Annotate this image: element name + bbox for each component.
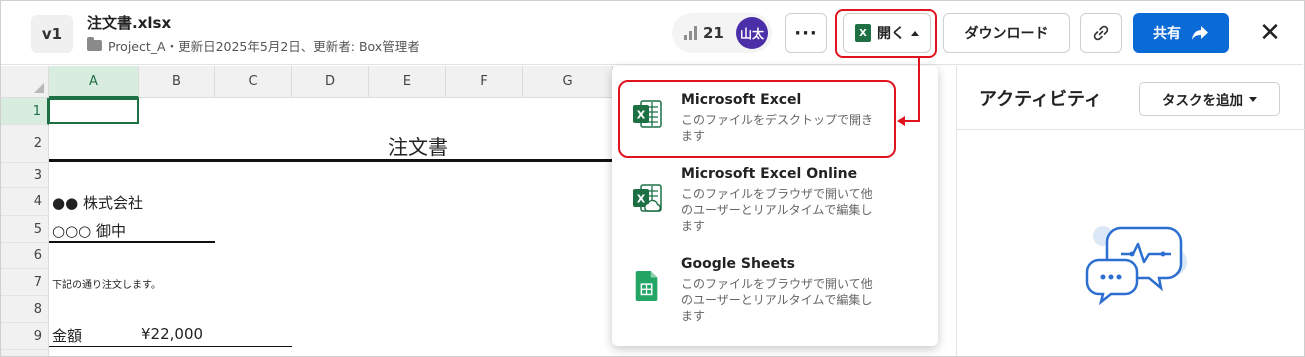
view-count: 21 <box>703 24 724 42</box>
recipient-cell: ○○○ 御中 <box>52 222 127 240</box>
google-sheets-icon <box>635 270 658 302</box>
menu-item-desc: このファイルをブラウザで開いて他のユーザーとリアルタイムで編集します <box>681 277 873 323</box>
column-header[interactable]: B <box>139 66 215 98</box>
more-options-button[interactable]: ··· <box>785 13 827 53</box>
title-underline <box>49 159 613 162</box>
column-header[interactable]: D <box>292 66 369 98</box>
row-header[interactable]: 7 <box>1 269 49 296</box>
row-header[interactable]: 5 <box>1 216 49 243</box>
excel-option-highlight <box>618 80 896 158</box>
add-task-button[interactable]: タスクを追加 <box>1139 82 1280 116</box>
file-meta: Project_A・更新日2025年5月2日、更新者: Box管理者 <box>87 36 420 55</box>
column-header[interactable]: A <box>49 66 139 98</box>
sheet-title-cell: 注文書 <box>388 135 448 159</box>
selected-cell[interactable] <box>48 98 139 124</box>
signal-bars-icon <box>684 26 697 40</box>
open-button-highlight <box>835 9 937 58</box>
amount-value-cell: ¥22,000 <box>141 325 204 343</box>
row-header <box>1 350 49 356</box>
share-button[interactable]: 共有 <box>1133 13 1229 53</box>
row-header[interactable]: 6 <box>1 243 49 269</box>
select-all-corner[interactable] <box>1 66 49 98</box>
menu-item-excel-online[interactable]: X Microsoft Excel Online このファイルをブラウザで開いて… <box>612 160 938 242</box>
row-header[interactable]: 2 <box>1 125 49 163</box>
chat-bubbles-illustration-icon <box>1085 226 1187 306</box>
row-header[interactable]: 9 <box>1 323 49 350</box>
activity-title: アクティビティ <box>979 89 1102 110</box>
amount-underline <box>49 346 292 347</box>
file-meta-text: Project_A・更新日2025年5月2日、更新者: Box管理者 <box>108 39 420 54</box>
avatar[interactable]: 山太 <box>736 17 768 49</box>
row-header[interactable]: 1 <box>1 98 49 125</box>
version-badge[interactable]: v1 <box>31 15 73 53</box>
folder-icon <box>87 37 102 51</box>
copy-link-button[interactable] <box>1080 13 1122 53</box>
amount-label-cell: 金額 <box>52 327 83 345</box>
column-header[interactable]: F <box>446 66 523 98</box>
share-button-label: 共有 <box>1153 26 1181 42</box>
callout-line <box>918 58 920 122</box>
row-header[interactable]: 3 <box>1 163 49 188</box>
row-header[interactable]: 8 <box>1 296 49 323</box>
note-cell: 下記の通り注文します。 <box>52 280 161 291</box>
divider <box>957 129 1305 130</box>
row-header[interactable]: 4 <box>1 188 49 216</box>
add-task-label: タスクを追加 <box>1162 93 1243 109</box>
caret-down-icon <box>1249 96 1257 102</box>
share-arrow-icon <box>1192 26 1208 40</box>
column-header[interactable]: C <box>215 66 292 98</box>
svg-text:X: X <box>637 193 646 206</box>
link-icon <box>1093 25 1109 41</box>
menu-item-google-sheets[interactable]: Google Sheets このファイルをブラウザで開いて他のユーザーとリアルタ… <box>612 250 938 332</box>
menu-item-title: Microsoft Excel Online <box>681 166 858 182</box>
callout-arrow-icon <box>897 116 905 126</box>
menu-item-title: Google Sheets <box>681 256 795 272</box>
close-button[interactable]: ✕ <box>1256 18 1284 48</box>
company-cell: ●● 株式会社 <box>52 194 143 212</box>
file-name: 注文書.xlsx <box>87 14 172 32</box>
excel-online-icon: X <box>633 184 662 212</box>
column-header[interactable]: G <box>523 66 613 98</box>
view-count-pill[interactable]: 21 山太 <box>672 13 772 53</box>
activity-sidebar: アクティビティ タスクを追加 <box>956 66 1305 356</box>
menu-item-desc: このファイルをブラウザで開いて他のユーザーとリアルタイムで編集します <box>681 187 873 233</box>
callout-line <box>904 120 920 122</box>
download-button[interactable]: ダウンロード <box>943 13 1070 53</box>
column-header[interactable]: E <box>369 66 446 98</box>
recipient-underline <box>49 241 215 243</box>
